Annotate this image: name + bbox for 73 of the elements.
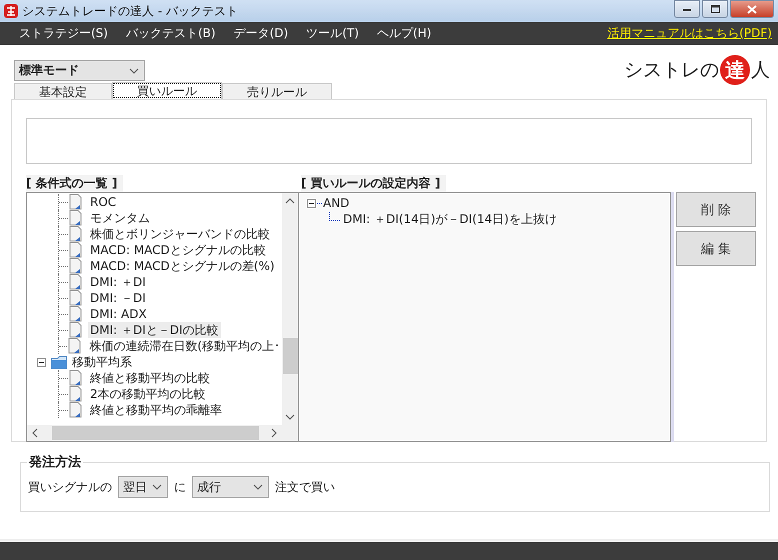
tree-item[interactable]: DMI: ＋DI — [88, 274, 148, 290]
close-icon — [747, 4, 757, 14]
tree-item[interactable]: DMI: ADX — [88, 306, 149, 322]
tree-item[interactable]: DMI: ＋DI(14日)が－DI(14日)を上抜け — [343, 210, 557, 228]
chevron-down-icon — [253, 484, 263, 490]
document-icon — [69, 258, 82, 274]
menu-item[interactable]: ストラテジー(S) — [10, 25, 117, 42]
mode-select[interactable]: 標準モード — [14, 60, 145, 81]
action-button[interactable]: 削 除 — [676, 192, 756, 227]
tree-item[interactable]: 2本の移動平均の比較 — [88, 386, 208, 402]
tree-item[interactable]: 株価の連続滞在日数(移動平均の上･ — [87, 338, 282, 354]
vertical-scrollbar[interactable] — [282, 193, 298, 425]
tree-item[interactable]: モメンタム — [88, 210, 152, 226]
maximize-icon — [710, 5, 720, 13]
memo-field[interactable] — [26, 118, 752, 164]
document-icon — [69, 370, 82, 386]
scroll-right-icon — [271, 428, 277, 438]
document-icon — [69, 386, 82, 402]
menu-item[interactable]: ヘルプ(H) — [368, 25, 440, 42]
window-title: システムトレードの達人 - バックテスト — [22, 2, 238, 20]
document-icon — [69, 306, 82, 322]
document-icon — [68, 338, 82, 354]
menu-item[interactable]: データ(D) — [224, 25, 298, 42]
tree-item[interactable]: 終値と移動平均の比較 — [88, 370, 212, 386]
label: に — [174, 478, 186, 496]
logo-emblem: 達 — [720, 55, 750, 85]
section-label: [ 買いルールの設定内容 ] — [301, 175, 446, 192]
document-icon — [69, 226, 82, 242]
tab[interactable]: 買いルール — [112, 82, 222, 99]
action-button[interactable]: 編 集 — [676, 231, 756, 266]
logo-text: シストレの — [624, 58, 719, 83]
tab[interactable]: 基本設定 — [14, 83, 112, 99]
document-icon — [69, 242, 82, 258]
scroll-left-icon — [32, 428, 38, 438]
folder-icon — [51, 354, 67, 370]
document-icon — [69, 290, 82, 306]
document-icon — [69, 210, 82, 226]
tab[interactable]: 売りルール — [222, 83, 332, 99]
label: 買いシグナルの — [28, 478, 112, 496]
app-icon — [4, 4, 18, 18]
horizontal-scrollbar[interactable] — [27, 425, 298, 441]
tree-item[interactable]: AND — [323, 196, 350, 210]
label: 注文で買い — [275, 478, 335, 496]
chevron-down-icon — [129, 68, 139, 74]
manual-link[interactable]: 活用マニュアルはこちら(PDF) — [607, 25, 772, 42]
minimize-button[interactable] — [674, 0, 700, 18]
scroll-thumb[interactable] — [52, 426, 259, 440]
tree-item[interactable]: DMI: ＋DIと－DIの比較 — [88, 322, 221, 338]
tree-item[interactable]: 移動平均系 — [70, 354, 134, 370]
section-label: [ 条件式の一覧 ] — [26, 175, 124, 192]
chevron-down-icon — [152, 484, 162, 490]
close-button[interactable] — [730, 0, 774, 18]
document-icon — [69, 274, 82, 290]
tree-item[interactable]: DMI: －DI — [88, 290, 148, 306]
dropdown[interactable]: 翌日 — [118, 476, 168, 498]
document-icon — [69, 402, 82, 418]
tree-item[interactable]: MACD: MACDとシグナルの比較 — [88, 242, 268, 258]
tree-item[interactable]: MACD: MACDとシグナルの差(%) — [88, 258, 277, 274]
group-title: 発注方法 — [27, 453, 83, 471]
dropdown[interactable]: 成行 — [192, 476, 269, 498]
maximize-button[interactable] — [702, 0, 728, 18]
collapse-toggle[interactable] — [37, 358, 46, 366]
scroll-up-icon — [285, 198, 295, 204]
menu-item[interactable]: ツール(T) — [297, 25, 368, 42]
scroll-thumb[interactable] — [282, 338, 298, 374]
tree-item[interactable]: ROC — [88, 194, 118, 210]
tree-item[interactable]: 終値と移動平均の乖離率 — [88, 402, 224, 418]
document-icon — [69, 322, 82, 338]
scroll-down-icon — [285, 414, 295, 420]
logo-text: 人 — [751, 58, 770, 83]
menu-item[interactable]: バックテスト(B) — [116, 25, 225, 42]
collapse-toggle[interactable] — [307, 198, 316, 208]
tree-item[interactable]: 株価とボリンジャーバンドの比較 — [88, 226, 272, 242]
